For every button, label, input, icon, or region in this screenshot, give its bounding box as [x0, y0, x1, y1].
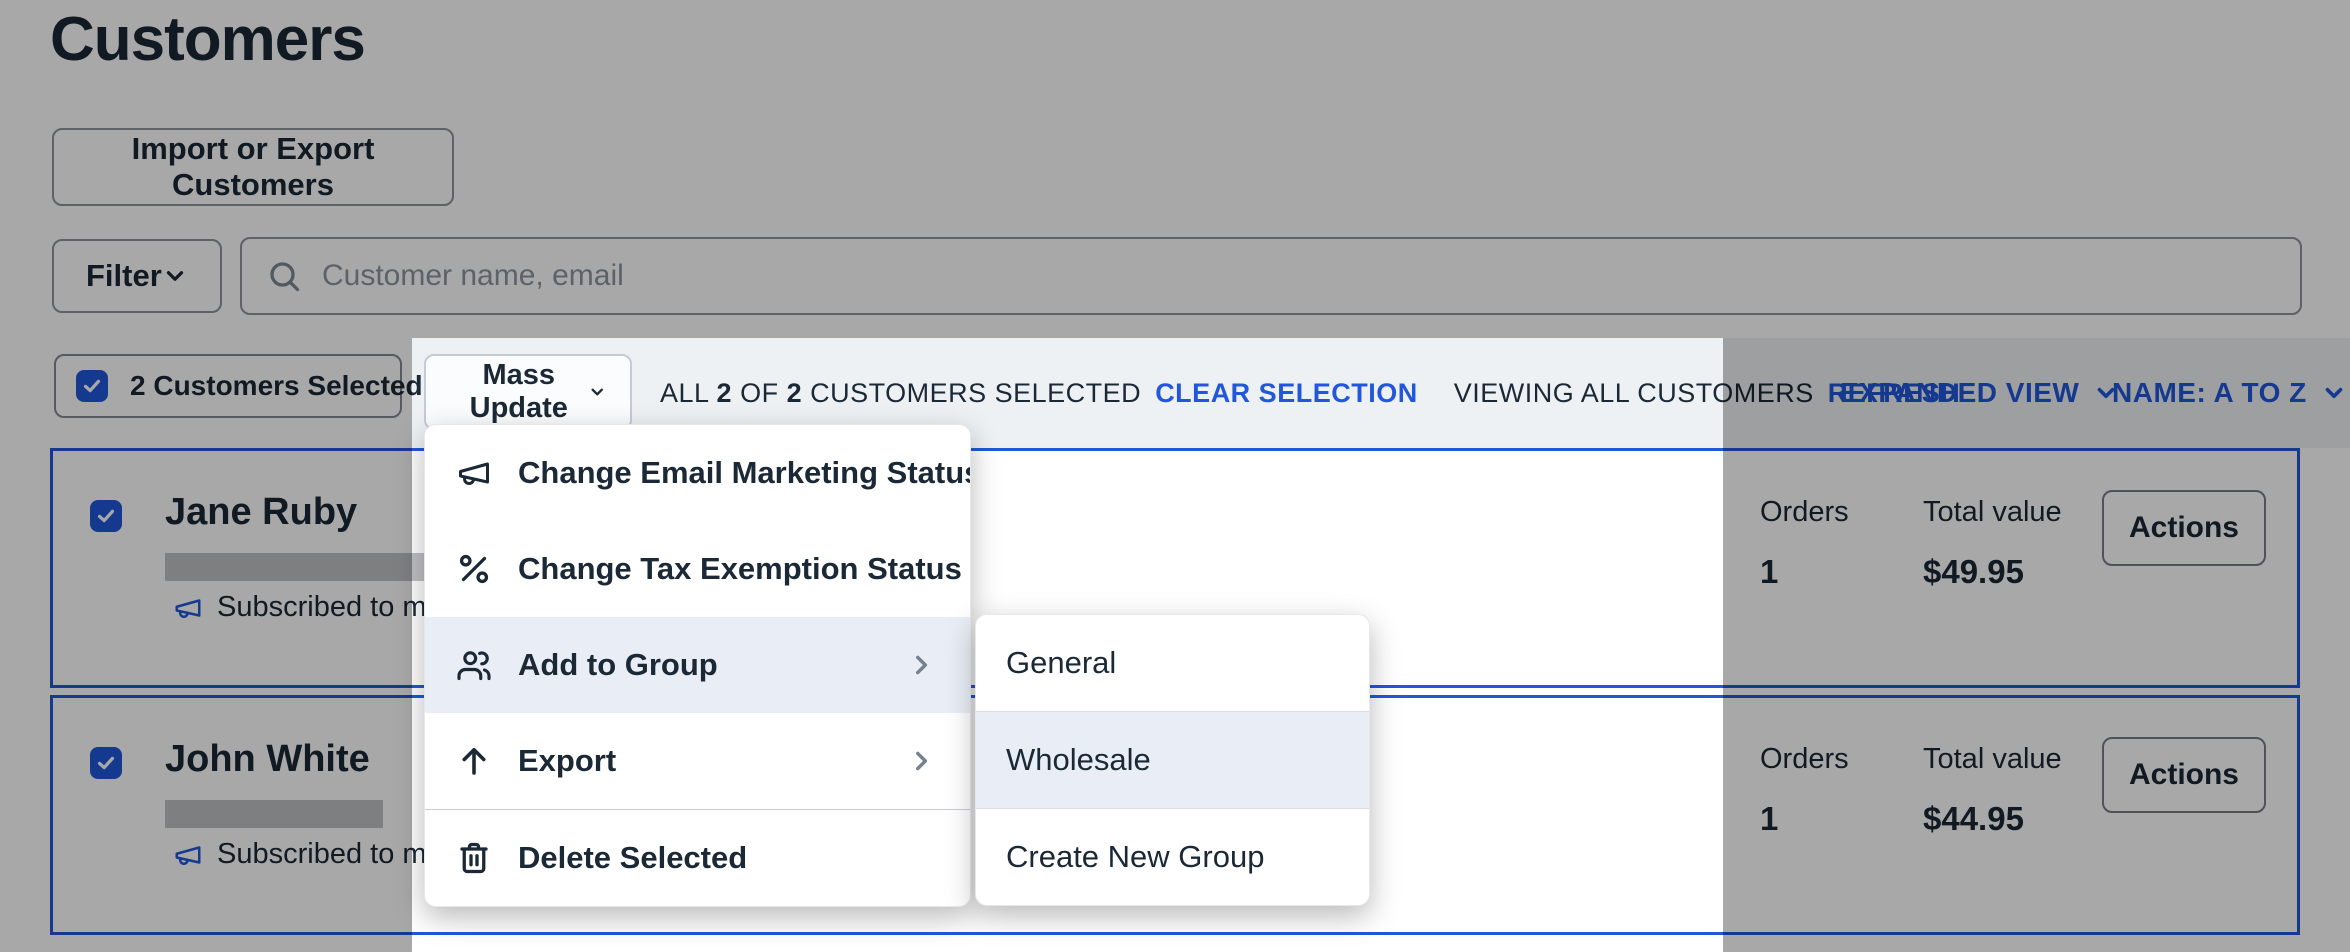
chevron-down-icon	[588, 380, 606, 404]
customers-page: Customers Import or Export Customers Fil…	[0, 0, 2350, 952]
menu-item-change-tax-exemption-status[interactable]: Change Tax Exemption Status	[425, 521, 970, 617]
dim-overlay	[0, 0, 2350, 338]
chevron-right-icon	[908, 652, 934, 678]
menu-item-export[interactable]: Export	[425, 713, 970, 809]
mass-update-menu: Change Email Marketing Status Change Tax…	[424, 424, 971, 907]
users-icon	[456, 647, 492, 683]
submenu-item-wholesale[interactable]: Wholesale	[976, 711, 1369, 809]
mass-update-label: Mass Update	[450, 359, 588, 425]
add-to-group-submenu: General Wholesale Create New Group	[975, 614, 1370, 906]
trash-icon	[456, 840, 492, 876]
menu-item-add-to-group[interactable]: Add to Group	[425, 617, 970, 713]
submenu-item-general[interactable]: General	[976, 615, 1369, 711]
menu-item-label: Delete Selected	[518, 840, 934, 876]
selection-status: ALL 2 OF 2 CUSTOMERS SELECTED	[660, 378, 1141, 409]
clear-selection-link[interactable]: CLEAR SELECTION	[1155, 378, 1418, 409]
menu-item-label: Change Tax Exemption Status	[518, 551, 962, 587]
menu-item-label: Export	[518, 743, 882, 779]
chevron-right-icon	[908, 748, 934, 774]
percent-icon	[456, 551, 492, 587]
menu-item-label: Change Email Marketing Status	[518, 455, 971, 491]
dim-overlay	[1723, 338, 2350, 952]
arrow-up-icon	[456, 743, 492, 779]
dim-overlay	[0, 338, 412, 952]
submenu-item-create-new-group[interactable]: Create New Group	[976, 809, 1369, 905]
menu-item-delete-selected[interactable]: Delete Selected	[425, 809, 970, 906]
menu-item-label: Add to Group	[518, 647, 882, 683]
menu-item-change-email-marketing-status[interactable]: Change Email Marketing Status	[425, 425, 970, 521]
megaphone-icon	[456, 455, 492, 491]
mass-update-button[interactable]: Mass Update	[424, 354, 632, 430]
